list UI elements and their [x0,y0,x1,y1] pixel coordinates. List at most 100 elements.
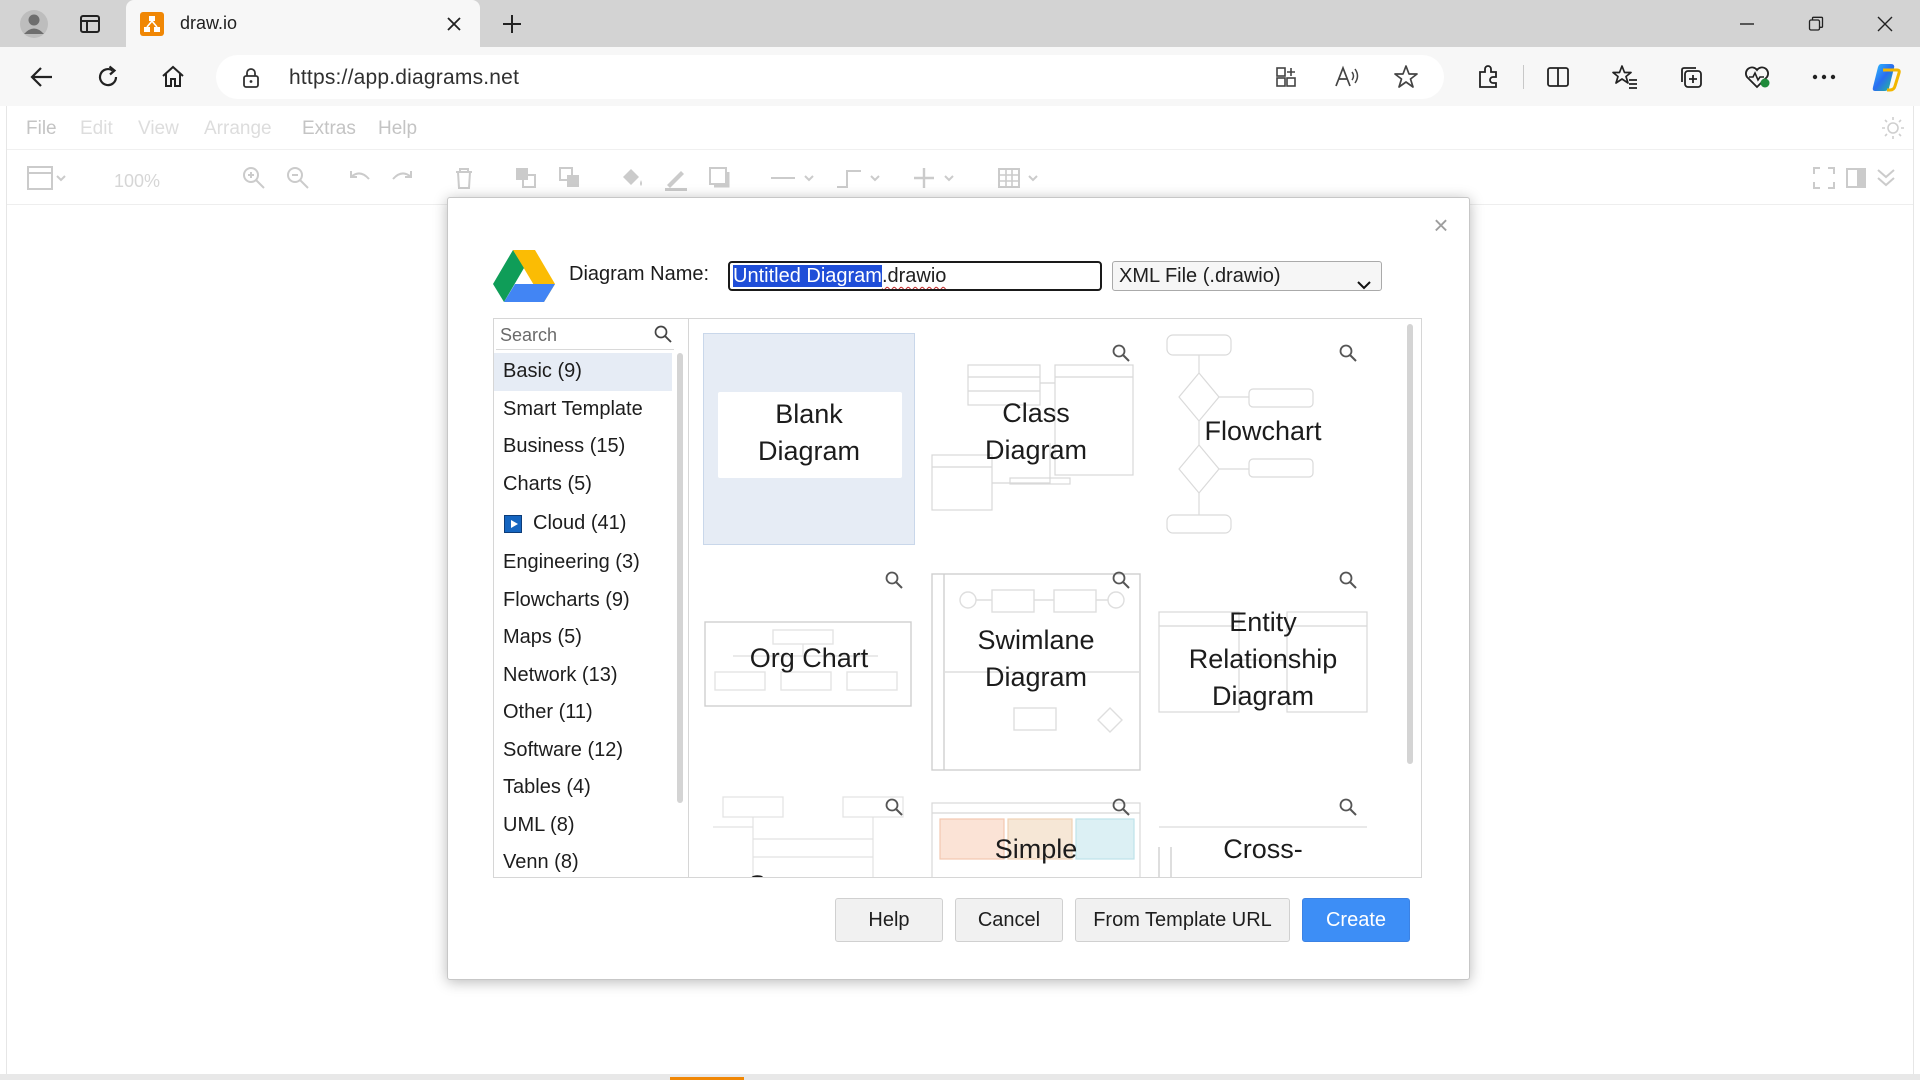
template-class-diagram[interactable]: Class Diagram [930,333,1142,545]
category-software[interactable]: Software (12) [494,732,672,770]
minimize-icon[interactable] [1714,0,1780,47]
home-icon[interactable] [153,57,193,97]
preview-magnifier-icon[interactable] [1338,797,1358,817]
zoom-in-icon[interactable] [241,165,267,191]
copilot-icon[interactable] [1866,57,1906,97]
more-options-icon[interactable] [1804,57,1844,97]
delete-icon[interactable] [451,165,477,191]
category-other[interactable]: Other (11) [494,694,672,732]
waypoints-icon[interactable] [835,165,885,191]
category-smart-template[interactable]: Smart Template [494,391,672,429]
undo-icon[interactable] [347,165,373,191]
collections-icon[interactable] [1671,57,1711,97]
to-front-icon[interactable] [513,165,539,191]
diagram-name-extension: .drawio [881,265,947,287]
address-bar[interactable]: https://app.diagrams.net [216,55,1444,99]
template-simple[interactable]: Simple [930,787,1142,877]
template-blank-diagram[interactable]: Blank Diagram [703,333,915,545]
category-scrollbar[interactable] [677,353,683,803]
extensions-icon[interactable] [1468,57,1508,97]
template-label: Cross- [1223,834,1303,864]
restore-icon[interactable] [1783,0,1849,47]
menu-arrange[interactable]: Arrange [204,118,272,140]
preview-magnifier-icon[interactable] [1111,797,1131,817]
url-text[interactable]: https://app.diagrams.net [289,66,519,90]
format-toggle-icon[interactable] [1843,165,1869,191]
preview-magnifier-icon[interactable] [1338,343,1358,363]
close-window-icon[interactable] [1852,0,1918,47]
favorites-icon[interactable] [1605,57,1645,97]
category-tables[interactable]: Tables (4) [494,769,672,807]
fill-color-icon[interactable] [619,165,645,191]
category-business[interactable]: Business (15) [494,428,672,466]
menu-extras[interactable]: Extras [302,118,356,140]
category-venn[interactable]: Venn (8) [494,844,672,877]
zoom-out-icon[interactable] [285,165,311,191]
from-template-url-button[interactable]: From Template URL [1075,898,1290,942]
tab-title: draw.io [180,13,238,33]
category-network[interactable]: Network (13) [494,657,672,695]
file-format-select[interactable]: XML File (.drawio) [1112,261,1382,291]
line-color-icon[interactable] [663,165,689,191]
category-search-input[interactable] [500,324,650,346]
app-available-icon[interactable] [1270,61,1302,93]
toolbar-separator [1523,65,1524,89]
diagram-name-input[interactable]: Untitled Diagram.drawio [728,261,1102,291]
template-swimlane-diagram[interactable]: Swimlane Diagram [930,560,1142,772]
back-icon[interactable] [22,57,62,97]
chevron-down-icon [1357,270,1371,298]
category-charts[interactable]: Charts (5) [494,466,672,504]
cancel-button[interactable]: Cancel [955,898,1063,942]
shadow-icon[interactable] [707,165,733,191]
favorite-star-icon[interactable] [1390,61,1422,93]
template-label: Diagram [984,662,1088,692]
template-label: Flowchart [1204,416,1322,446]
template-label: Relationship [1188,644,1338,674]
browser-essentials-icon[interactable] [1737,57,1777,97]
help-button[interactable]: Help [835,898,943,942]
preview-magnifier-icon[interactable] [1111,570,1131,590]
to-back-icon[interactable] [557,165,583,191]
category-cloud[interactable]: Cloud (41) [494,503,672,544]
tab-actions-icon[interactable] [72,6,108,42]
lock-icon[interactable] [242,67,260,94]
category-uml[interactable]: UML (8) [494,807,672,845]
preview-magnifier-icon[interactable] [884,570,904,590]
category-maps[interactable]: Maps (5) [494,619,672,657]
profile-icon[interactable] [16,6,52,42]
menu-help[interactable]: Help [378,118,417,140]
refresh-icon[interactable] [88,57,128,97]
category-engineering[interactable]: Engineering (3) [494,544,672,582]
search-icon[interactable] [654,325,672,348]
template-flowchart[interactable]: Flowchart [1157,333,1369,545]
template-org-chart[interactable]: Org Chart [703,560,915,772]
category-flowcharts[interactable]: Flowcharts (9) [494,582,672,620]
template-sequence[interactable]: Sequence [703,787,915,877]
redo-icon[interactable] [389,165,415,191]
browser-tab[interactable]: draw.io [126,0,480,47]
category-basic[interactable]: Basic (9) [494,353,672,391]
preview-magnifier-icon[interactable] [1338,570,1358,590]
fullscreen-icon[interactable] [1811,165,1837,191]
template-scrollbar[interactable] [1407,324,1413,764]
menu-view[interactable]: View [138,118,179,140]
format-panel-icon[interactable] [27,165,67,191]
table-icon[interactable] [997,165,1047,191]
template-entity-relationship-diagram[interactable]: Entity Relationship Diagram [1157,560,1369,772]
split-screen-icon[interactable] [1538,57,1578,97]
read-aloud-icon[interactable] [1331,61,1363,93]
collapse-icon[interactable] [1873,165,1899,191]
connection-style-icon[interactable] [769,165,819,191]
insert-icon[interactable] [911,165,961,191]
zoom-level[interactable]: 100% [114,171,160,192]
create-button[interactable]: Create [1302,898,1410,942]
preview-magnifier-icon[interactable] [884,797,904,817]
new-tab-icon[interactable] [494,6,530,42]
preview-magnifier-icon[interactable] [1111,343,1131,363]
menu-edit[interactable]: Edit [80,118,113,140]
menu-file[interactable]: File [26,118,57,140]
theme-sun-icon[interactable] [1881,116,1905,145]
dialog-close-icon[interactable]: × [1429,212,1453,238]
template-cross-functional[interactable]: Cross- [1157,787,1369,877]
tab-close-icon[interactable] [440,10,468,38]
